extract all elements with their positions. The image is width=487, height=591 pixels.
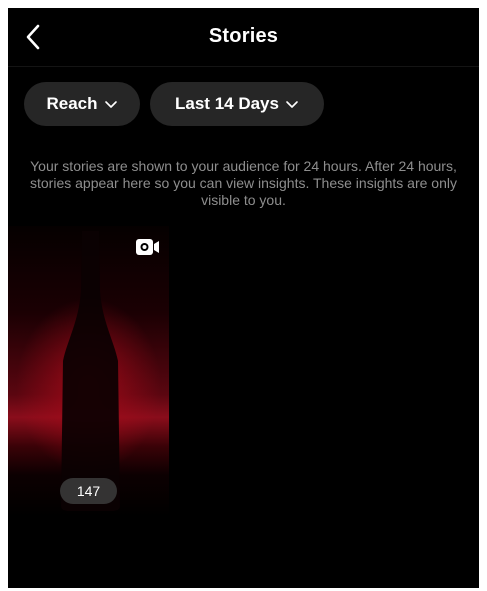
stories-screen: Stories Reach Last 14 Days Your stories … xyxy=(8,8,479,588)
metric-filter-label: Reach xyxy=(46,94,98,113)
info-text: Your stories are shown to your audience … xyxy=(30,158,457,208)
chevron-down-icon xyxy=(104,101,117,108)
story-thumbnail[interactable] xyxy=(8,226,169,516)
chevron-down-icon xyxy=(286,101,298,108)
page-title: Stories xyxy=(208,25,279,47)
date-range-filter-button[interactable]: Last 14 Days xyxy=(150,82,324,126)
metric-filter-button[interactable]: Reach xyxy=(24,82,140,126)
header: Stories xyxy=(8,8,479,67)
story-reach-count: 147 xyxy=(60,478,117,504)
video-camera-icon xyxy=(136,239,159,255)
date-range-filter-label: Last 14 Days xyxy=(175,94,279,113)
bottle-silhouette xyxy=(61,231,120,511)
